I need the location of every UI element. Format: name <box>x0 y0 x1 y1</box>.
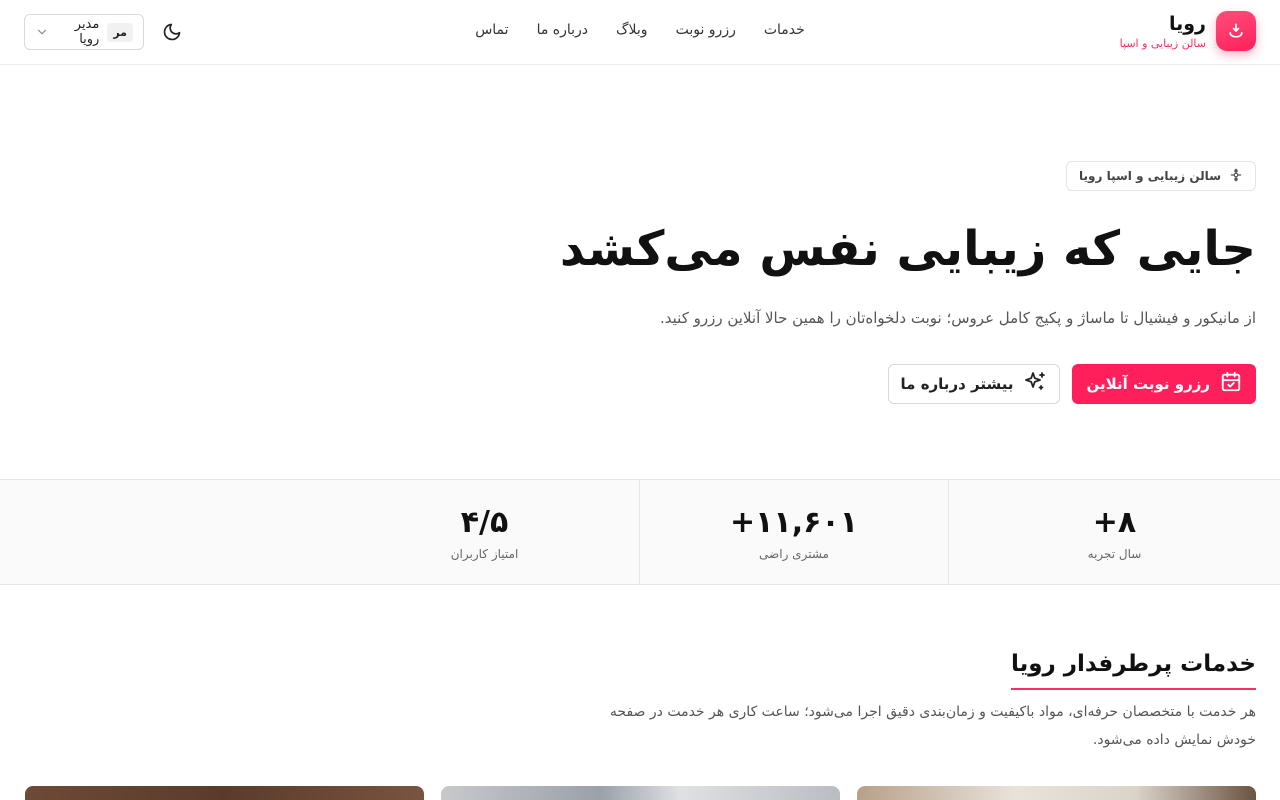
stat-customers: ۱۱,۶۰۱+ مشتری راضی <box>639 480 948 584</box>
hero-badge-label: سالن زیبایی و اسپا رویا <box>1079 169 1221 183</box>
about-us-label: بیشتر درباره ما <box>900 375 1014 393</box>
nav-contact[interactable]: تماس <box>475 20 508 40</box>
flower-icon <box>1229 168 1243 185</box>
hero-title: جایی که زیبایی نفس می‌کشد <box>559 221 1256 277</box>
nav-about[interactable]: درباره ما <box>537 20 588 40</box>
hero-section: سالن زیبایی و اسپا رویا جایی که زیبایی ن… <box>556 161 1256 404</box>
stat-label: مشتری راضی <box>759 547 829 561</box>
about-us-button[interactable]: بیشتر درباره ما <box>887 364 1061 404</box>
site-header: رویا سالن زیبایی و اسپا خدمات رزرو نوبت … <box>0 0 1280 65</box>
stat-value: ۱۱,۶۰۱+ <box>729 505 859 540</box>
stat-value: ۸+ <box>1092 505 1137 540</box>
user-menu-button[interactable]: مر مدیر رویا <box>24 14 144 50</box>
sparkles-icon <box>1023 370 1047 398</box>
stats-bar: ۸+ سال تجربه ۱۱,۶۰۱+ مشتری راضی ۴/۵ امتی… <box>0 479 1280 585</box>
stat-label: سال تجربه <box>1087 547 1142 561</box>
service-card-image[interactable] <box>857 786 1256 800</box>
hero-actions: رزرو نوبت آنلاین بیشتر درباره ما <box>887 364 1256 404</box>
section-description: هر خدمت با متخصصان حرفه‌ای، مواد باکیفیت… <box>609 704 1256 748</box>
nav-blog[interactable]: وبلاگ <box>616 20 648 40</box>
avatar: مر <box>107 22 133 42</box>
section-title: خدمات پرطرفدار رویا <box>1010 648 1256 690</box>
stat-label: امتیاز کاربران <box>450 547 519 561</box>
stat-experience: ۸+ سال تجربه <box>948 480 1280 584</box>
hero-subtitle: از مانیکور و فیشیال تا ماساژ و پکیج کامل… <box>660 309 1256 327</box>
nav-booking[interactable]: رزرو نوبت <box>676 20 736 40</box>
service-card-image[interactable] <box>441 786 840 800</box>
moon-icon[interactable] <box>158 18 186 46</box>
stat-value: ۴/۵ <box>460 505 509 540</box>
header-actions: مر مدیر رویا <box>24 14 186 50</box>
nav-services[interactable]: خدمات <box>764 20 805 40</box>
service-cards <box>24 786 1256 800</box>
hero-badge: سالن زیبایی و اسپا رویا <box>1066 161 1256 191</box>
main-nav: خدمات رزرو نوبت وبلاگ درباره ما تماس <box>0 20 1280 40</box>
service-card-image[interactable] <box>25 786 424 800</box>
book-online-button[interactable]: رزرو نوبت آنلاین <box>1072 364 1256 404</box>
book-online-label: رزرو نوبت آنلاین <box>1086 375 1210 393</box>
user-name: مدیر رویا <box>74 17 100 47</box>
stat-rating: ۴/۵ امتیاز کاربران <box>330 480 639 584</box>
chevron-down-icon <box>35 25 49 39</box>
calendar-check-icon <box>1220 371 1242 397</box>
popular-services: خدمات پرطرفدار رویا هر خدمت با متخصصان ح… <box>596 648 1256 754</box>
